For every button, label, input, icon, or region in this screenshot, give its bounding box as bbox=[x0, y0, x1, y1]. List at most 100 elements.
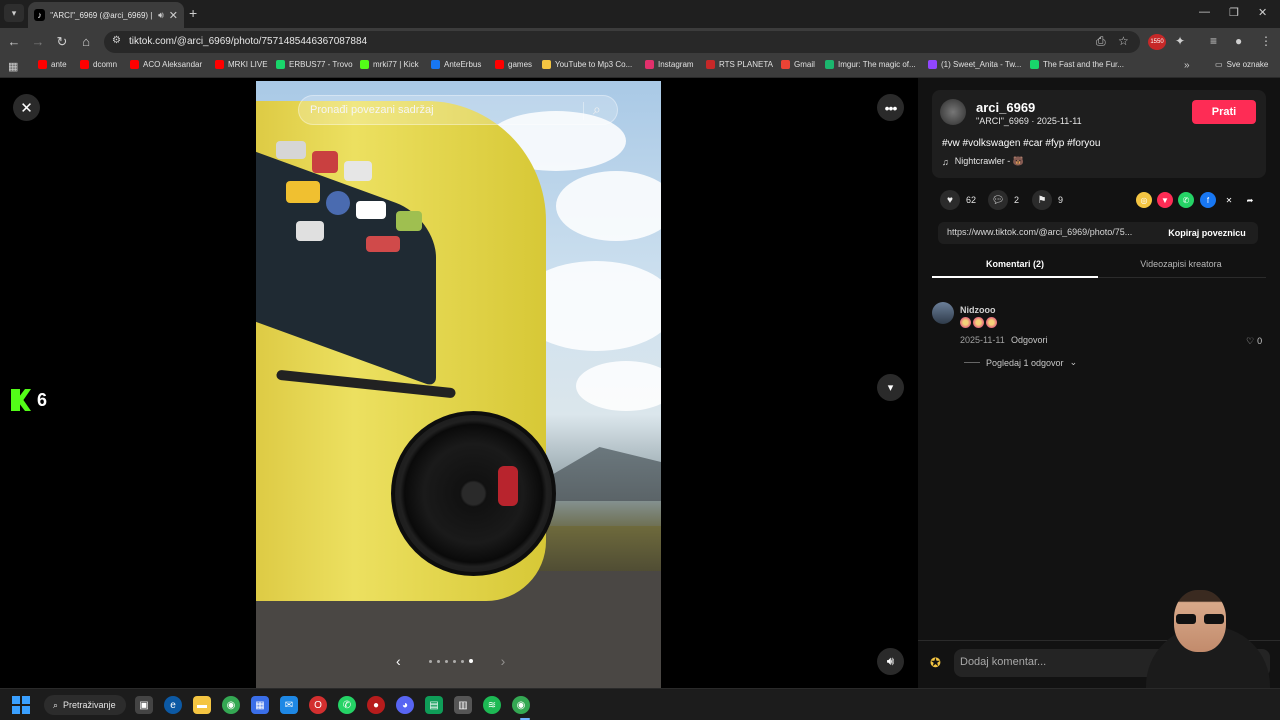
spotify-icon[interactable]: ≋ bbox=[483, 696, 501, 714]
follow-button[interactable]: Prati bbox=[1192, 100, 1256, 124]
bookmark-item[interactable]: AnteErbus bbox=[431, 60, 481, 69]
file-explorer-icon[interactable]: ▬ bbox=[193, 696, 211, 714]
bookmark-favicon-icon bbox=[38, 60, 47, 69]
bookmark-star-icon[interactable]: ☆ bbox=[1118, 34, 1129, 48]
new-tab-icon[interactable]: + bbox=[189, 5, 197, 21]
home-icon[interactable]: ⌂ bbox=[78, 34, 94, 49]
whatsapp-icon[interactable]: ✆ bbox=[1178, 192, 1194, 208]
author-avatar[interactable] bbox=[940, 99, 966, 125]
pager-dot[interactable] bbox=[428, 659, 432, 663]
bookmark-item[interactable]: The Fast and the Fur... bbox=[1030, 60, 1124, 69]
media-control-icon[interactable]: ≡ bbox=[1210, 34, 1217, 48]
app-icon[interactable]: ▤ bbox=[425, 696, 443, 714]
post-caption[interactable]: #vw #volkswagen #car #fyp #foryou bbox=[942, 138, 1100, 149]
bookmark-item[interactable]: YouTube to Mp3 Co... bbox=[542, 60, 632, 69]
repost-icon[interactable]: ▼ bbox=[1157, 192, 1173, 208]
chrome-icon[interactable]: ◉ bbox=[222, 696, 240, 714]
site-info-icon[interactable]: ⚙ bbox=[112, 35, 124, 47]
minimize-icon[interactable]: — bbox=[1199, 6, 1210, 18]
copy-link-button[interactable]: Kopiraj poveznicu bbox=[1156, 222, 1258, 244]
post-photo[interactable] bbox=[256, 81, 661, 688]
reload-icon[interactable]: ↻ bbox=[54, 34, 70, 50]
related-search-input[interactable]: Pronađi povezani sadržaj ⌕ bbox=[298, 95, 618, 125]
commenter-username[interactable]: Nidzooo bbox=[960, 305, 996, 315]
back-icon[interactable]: ← bbox=[6, 34, 22, 49]
speaker-icon[interactable]: 🔊︎ bbox=[158, 10, 164, 21]
bookmark-label: games bbox=[508, 60, 533, 69]
taskbar-search[interactable]: ⌕ Pretraživanje bbox=[44, 695, 126, 715]
menu-kebab-icon[interactable]: ⋮ bbox=[1260, 34, 1272, 48]
install-app-icon[interactable]: ⎙ bbox=[1096, 34, 1106, 49]
share-icon[interactable]: ➦ bbox=[1242, 192, 1258, 208]
discord-icon[interactable]: ◕ bbox=[396, 696, 414, 714]
bookmark-item[interactable]: ante bbox=[38, 60, 67, 69]
tab-search-button[interactable]: ▾ bbox=[4, 4, 24, 22]
extensions-icon[interactable]: ✦ bbox=[1175, 34, 1185, 48]
tab-creator-videos[interactable]: Videozapisi kreatora bbox=[1098, 259, 1264, 269]
next-post-button[interactable]: ▾ bbox=[877, 374, 904, 401]
pager-dot[interactable] bbox=[460, 659, 464, 663]
edge-icon[interactable]: e bbox=[164, 696, 182, 714]
opera-icon[interactable]: O bbox=[309, 696, 327, 714]
like-button[interactable]: ♥ 62 bbox=[940, 190, 976, 210]
bookmark-item[interactable]: (1) Sweet_Anita - Tw... bbox=[928, 60, 1021, 69]
pager-dot[interactable] bbox=[444, 659, 448, 663]
pager-dot[interactable] bbox=[436, 659, 440, 663]
windows-start-icon[interactable] bbox=[12, 696, 30, 714]
divider bbox=[964, 362, 980, 363]
chrome-icon[interactable]: ◉ bbox=[512, 696, 530, 714]
reply-button[interactable]: Odgovori bbox=[1011, 335, 1048, 345]
bookmark-item[interactable]: Instagram bbox=[645, 60, 694, 69]
related-search-placeholder: Pronađi povezani sadržaj bbox=[310, 104, 434, 116]
bookmarks-folder[interactable]: ▭ Sve oznake bbox=[1215, 60, 1268, 69]
extension-badge[interactable]: 1550 bbox=[1148, 34, 1166, 50]
bookmark-label: ante bbox=[51, 60, 67, 69]
mail-icon[interactable]: ✉ bbox=[280, 696, 298, 714]
facebook-icon[interactable]: f bbox=[1200, 192, 1216, 208]
bookmark-item[interactable]: mrki77 | Kick bbox=[360, 60, 419, 69]
next-photo-icon[interactable]: › bbox=[501, 653, 506, 669]
apps-grid-icon[interactable]: ▦ bbox=[8, 60, 18, 73]
restore-icon[interactable]: ❐ bbox=[1229, 6, 1239, 19]
x-icon[interactable]: ✕ bbox=[1221, 192, 1237, 208]
commenter-avatar[interactable] bbox=[932, 302, 954, 324]
volume-button[interactable]: 🔊︎ bbox=[877, 648, 904, 675]
bookmark-item[interactable]: ACO Aleksandar bbox=[130, 60, 202, 69]
bookmark-item[interactable]: ERBUS77 - Trovo bbox=[276, 60, 353, 69]
bookmark-item[interactable]: MRKI LIVE bbox=[215, 60, 268, 69]
view-replies-button[interactable]: Pogledaj 1 odgovor ⌄ bbox=[964, 357, 1077, 368]
bookmark-item[interactable]: dcomn bbox=[80, 60, 117, 69]
comment-button[interactable]: 💬︎ 2 bbox=[988, 190, 1019, 210]
app-icon[interactable]: ▥ bbox=[454, 696, 472, 714]
browser-tab[interactable]: ♪ "ARCI"_6969 (@arci_6969) | 🔊︎ ✕ bbox=[28, 2, 184, 28]
prev-photo-icon[interactable]: ‹ bbox=[396, 653, 401, 669]
task-view-icon[interactable]: ▣ bbox=[135, 696, 153, 714]
pager-dot[interactable] bbox=[452, 659, 456, 663]
bookmark-item[interactable]: Imgur: The magic of... bbox=[825, 60, 916, 69]
bookmark-item[interactable]: Gmail bbox=[781, 60, 815, 69]
share-link-url[interactable]: https://www.tiktok.com/@arci_6969/photo/… bbox=[947, 227, 1147, 237]
comment-like-button[interactable]: ♡ 0 bbox=[1246, 336, 1262, 347]
bookmark-item[interactable]: RTS PLANETA bbox=[706, 60, 773, 69]
author-username[interactable]: arci_6969 bbox=[976, 100, 1035, 115]
more-options-button[interactable]: ••• bbox=[877, 94, 904, 121]
address-bar[interactable]: ⚙ tiktok.com/@arci_6969/photo/7571485446… bbox=[104, 31, 1140, 53]
pager-dot[interactable] bbox=[468, 659, 473, 663]
save-button[interactable]: ⚑ 9 bbox=[1032, 190, 1063, 210]
profile-avatar-icon[interactable]: ● bbox=[1235, 34, 1242, 48]
music-link[interactable]: ♫ Nightcrawler - 🐻 bbox=[942, 156, 1024, 167]
search-icon[interactable]: ⌕ bbox=[593, 101, 601, 118]
bookmark-item[interactable]: games bbox=[495, 60, 532, 69]
store-icon[interactable]: ▦ bbox=[251, 696, 269, 714]
whatsapp-icon[interactable]: ✆ bbox=[338, 696, 356, 714]
kick-viewer-count: 6 bbox=[37, 389, 48, 410]
more-bookmarks-icon[interactable]: » bbox=[1184, 60, 1190, 71]
forward-icon[interactable]: → bbox=[30, 34, 46, 49]
photo-pager: ‹ › bbox=[396, 653, 505, 669]
app-icon[interactable]: ● bbox=[367, 696, 385, 714]
coin-icon[interactable]: ◎ bbox=[1136, 192, 1152, 208]
close-window-icon[interactable]: ✕ bbox=[1258, 6, 1267, 19]
tab-comments[interactable]: Komentari (2) bbox=[932, 259, 1098, 269]
close-tab-icon[interactable]: ✕ bbox=[169, 9, 178, 22]
close-viewer-button[interactable]: ✕ bbox=[13, 94, 40, 121]
